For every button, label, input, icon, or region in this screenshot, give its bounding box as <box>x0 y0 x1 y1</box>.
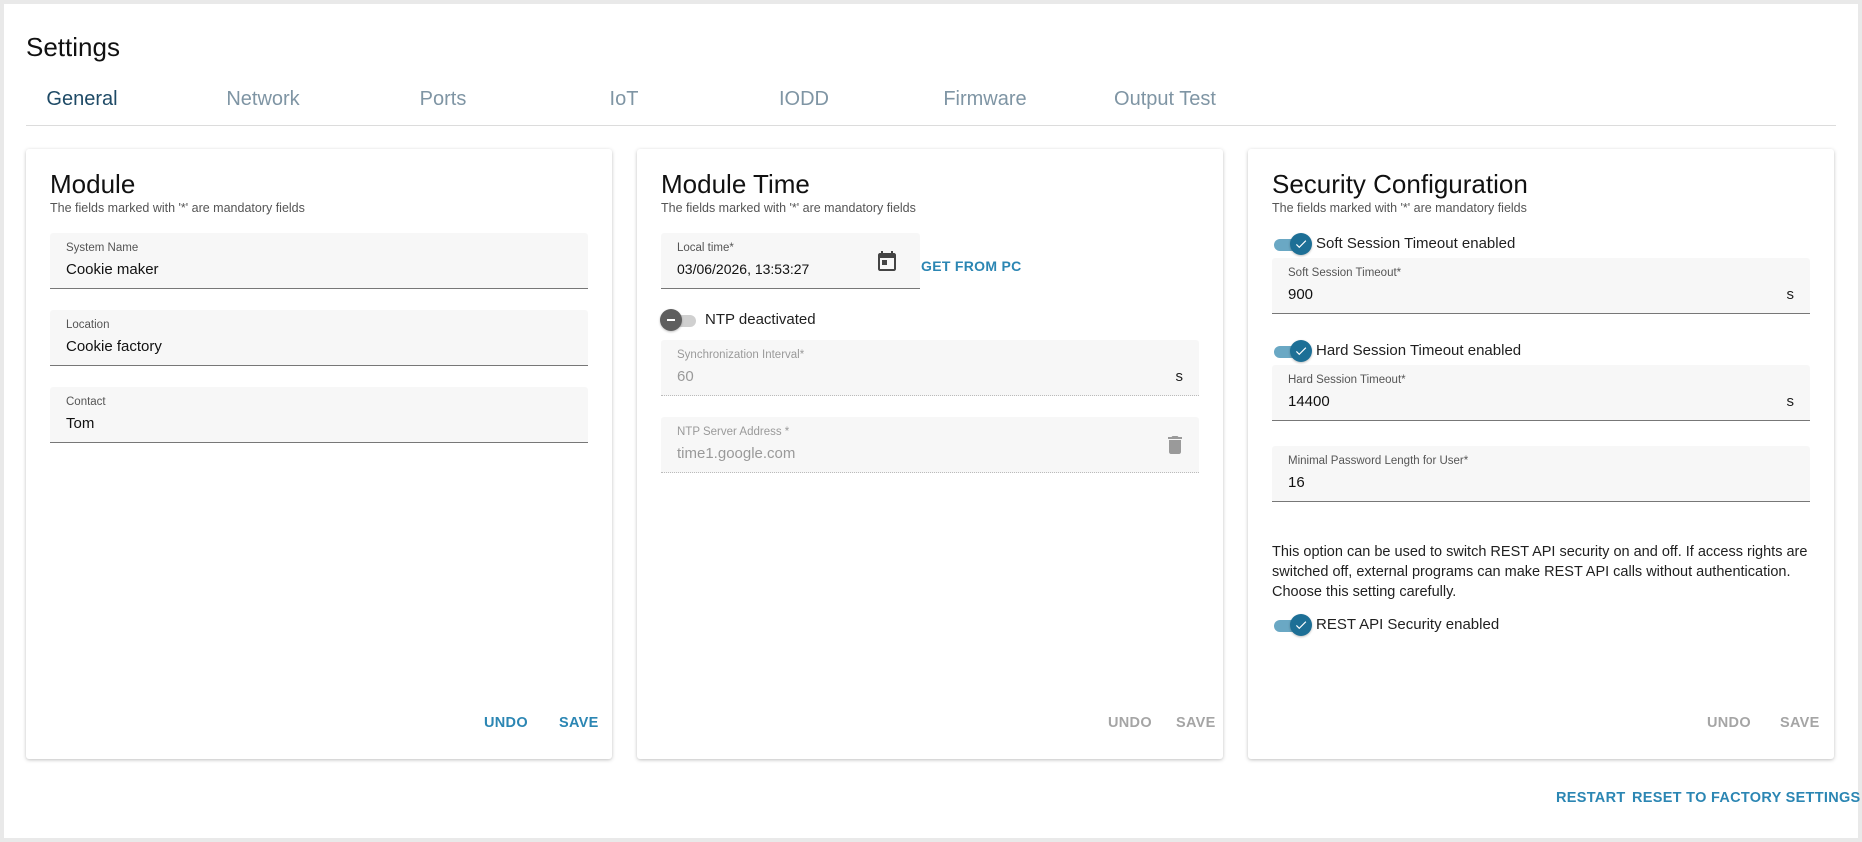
module-time-card-title: Module Time <box>661 169 810 199</box>
system-name-field[interactable]: System Name Cookie maker <box>50 233 588 289</box>
tab-iodd[interactable]: IODD <box>779 74 829 126</box>
settings-page: Settings General Network Ports IoT IODD … <box>4 4 1861 838</box>
soft-session-timeout-value[interactable]: 900 <box>1288 286 1313 303</box>
soft-session-toggle-label: Soft Session Timeout enabled <box>1316 235 1516 252</box>
page-title: Settings <box>26 32 120 62</box>
sync-interval-value: 60 <box>677 368 694 385</box>
check-icon <box>1295 621 1307 630</box>
tab-ports[interactable]: Ports <box>420 74 467 126</box>
system-name-label: System Name <box>66 242 139 254</box>
hard-session-toggle[interactable] <box>1274 339 1312 363</box>
ntp-server-value: time1.google.com <box>677 445 796 462</box>
sync-interval-label: Synchronization Interval* <box>677 349 805 361</box>
mandatory-note: The fields marked with '*' are mandatory… <box>1272 201 1527 215</box>
security-card: Security Configuration The fields marked… <box>1248 149 1834 759</box>
tab-network[interactable]: Network <box>226 74 299 126</box>
ntp-toggle[interactable] <box>660 308 698 332</box>
switch-knob <box>660 309 682 331</box>
switch-knob <box>1290 340 1312 362</box>
settings-tabs: General Network Ports IoT IODD Firmware … <box>26 74 1836 126</box>
mandatory-note: The fields marked with '*' are mandatory… <box>661 201 916 215</box>
check-icon <box>1295 240 1307 249</box>
hard-session-timeout-label: Hard Session Timeout* <box>1288 374 1406 386</box>
hard-session-timeout-value[interactable]: 14400 <box>1288 393 1330 410</box>
module-time-card: Module Time The fields marked with '*' a… <box>637 149 1223 759</box>
check-icon <box>1295 347 1307 356</box>
rest-security-toggle-label: REST API Security enabled <box>1316 616 1500 633</box>
calendar-icon[interactable] <box>875 249 899 273</box>
soft-session-timeout-label: Soft Session Timeout* <box>1288 267 1402 279</box>
security-undo-button: UNDO <box>1707 715 1751 731</box>
min-password-value[interactable]: 16 <box>1288 474 1305 491</box>
module-save-button[interactable]: SAVE <box>559 715 599 731</box>
module-card: Module The fields marked with '*' are ma… <box>26 149 612 759</box>
get-from-pc-button[interactable]: GET FROM PC <box>921 258 1022 274</box>
location-field[interactable]: Location Cookie factory <box>50 310 588 366</box>
sync-interval-field: Synchronization Interval* 60 s <box>661 340 1199 396</box>
tab-firmware[interactable]: Firmware <box>943 74 1026 126</box>
time-undo-button: UNDO <box>1108 715 1152 731</box>
tab-iot[interactable]: IoT <box>610 74 639 126</box>
system-name-value[interactable]: Cookie maker <box>66 261 159 278</box>
hard-session-timeout-field[interactable]: Hard Session Timeout* 14400 s <box>1272 365 1810 421</box>
trash-icon <box>1163 433 1187 457</box>
sync-interval-unit: s <box>1175 368 1184 385</box>
contact-field[interactable]: Contact Tom <box>50 387 588 443</box>
restart-button[interactable]: RESTART <box>1556 790 1626 806</box>
time-save-button: SAVE <box>1176 715 1216 731</box>
tab-output-test[interactable]: Output Test <box>1114 74 1216 126</box>
contact-value[interactable]: Tom <box>66 415 94 432</box>
switch-knob <box>1290 614 1312 636</box>
mandatory-note: The fields marked with '*' are mandatory… <box>50 201 305 215</box>
soft-session-timeout-field[interactable]: Soft Session Timeout* 900 s <box>1272 258 1810 314</box>
ntp-server-field: NTP Server Address * time1.google.com <box>661 417 1199 473</box>
ntp-server-label: NTP Server Address * <box>677 426 790 438</box>
contact-label: Contact <box>66 396 106 408</box>
soft-session-toggle[interactable] <box>1274 232 1312 256</box>
local-time-field[interactable]: Local time* 03/06/2026, 13:53:27 <box>661 233 920 289</box>
ntp-toggle-label: NTP deactivated <box>705 311 816 328</box>
switch-knob <box>1290 233 1312 255</box>
factory-reset-button[interactable]: RESET TO FACTORY SETTINGS <box>1632 790 1861 806</box>
hard-session-timeout-unit: s <box>1786 393 1795 410</box>
min-password-field[interactable]: Minimal Password Length for User* 16 <box>1272 446 1810 502</box>
security-save-button: SAVE <box>1780 715 1820 731</box>
rest-security-toggle[interactable] <box>1274 613 1312 637</box>
module-card-title: Module <box>50 169 136 199</box>
minus-icon <box>667 319 675 321</box>
location-label: Location <box>66 319 110 331</box>
rest-security-description: This option can be used to switch REST A… <box>1272 544 1808 600</box>
soft-session-timeout-unit: s <box>1786 286 1795 303</box>
local-time-label: Local time* <box>677 242 734 254</box>
min-password-label: Minimal Password Length for User* <box>1288 455 1469 467</box>
tab-general[interactable]: General <box>46 74 117 126</box>
security-card-title: Security Configuration <box>1272 169 1528 199</box>
hard-session-toggle-label: Hard Session Timeout enabled <box>1316 342 1522 359</box>
module-undo-button[interactable]: UNDO <box>484 715 528 731</box>
local-time-value[interactable]: 03/06/2026, 13:53:27 <box>677 261 809 277</box>
location-value[interactable]: Cookie factory <box>66 338 162 355</box>
